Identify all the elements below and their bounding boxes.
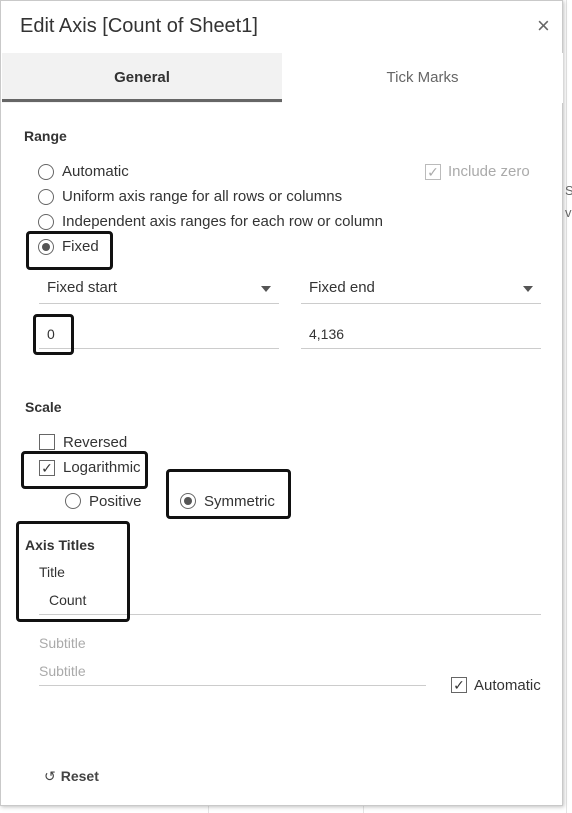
radio-automatic[interactable] xyxy=(38,164,54,180)
radio-uniform-range-label: Uniform axis range for all rows or colum… xyxy=(62,188,343,205)
automatic-subtitle-label: Automatic xyxy=(474,677,541,694)
subtitle-input[interactable]: Subtitle xyxy=(39,659,426,686)
logarithmic-checkbox[interactable]: ✓ xyxy=(39,460,55,476)
fixed-end-dropdown[interactable]: Fixed end xyxy=(301,275,541,304)
radio-independent-range[interactable] xyxy=(38,214,54,230)
scale-heading: Scale xyxy=(25,399,62,415)
edit-axis-dialog: Edit Axis [Count of Sheet1] × General Ti… xyxy=(0,0,563,806)
fixed-start-value: 0 xyxy=(47,326,55,342)
tab-general[interactable]: General xyxy=(2,53,282,103)
active-tab-indicator xyxy=(2,99,282,102)
chevron-down-icon xyxy=(523,286,533,292)
reset-button[interactable]: ↺ Reset xyxy=(44,768,99,785)
radio-symmetric[interactable] xyxy=(180,493,196,509)
tab-bar: General Tick Marks xyxy=(2,53,563,103)
radio-positive[interactable] xyxy=(65,493,81,509)
background-label-fragment: v xyxy=(565,205,572,220)
fixed-end-value: 4,136 xyxy=(309,326,345,342)
close-icon[interactable]: × xyxy=(537,15,550,37)
title-input-value: Count xyxy=(49,592,87,608)
title-input[interactable]: Count xyxy=(39,588,541,615)
radio-symmetric-label: Symmetric xyxy=(204,493,275,510)
fixed-end-input[interactable]: 4,136 xyxy=(301,322,541,349)
background-gridline xyxy=(363,806,364,813)
tab-tick-marks[interactable]: Tick Marks xyxy=(282,53,563,103)
axis-titles-heading: Axis Titles xyxy=(25,537,95,553)
range-heading: Range xyxy=(24,128,67,144)
undo-icon: ↺ xyxy=(44,768,56,784)
radio-fixed[interactable] xyxy=(38,239,54,255)
fixed-start-dropdown[interactable]: Fixed start xyxy=(39,275,279,304)
radio-uniform-range[interactable] xyxy=(38,189,54,205)
chevron-down-icon xyxy=(261,286,271,292)
background-gridline xyxy=(208,806,209,813)
background-gridline xyxy=(566,0,567,813)
background-label-fragment: S xyxy=(565,183,572,198)
automatic-subtitle-checkbox[interactable]: ✓ xyxy=(451,677,467,693)
dialog-title: Edit Axis [Count of Sheet1] xyxy=(20,15,258,37)
radio-fixed-label: Fixed xyxy=(62,238,99,255)
radio-automatic-label: Automatic xyxy=(62,163,129,180)
title-field-label: Title xyxy=(39,564,65,580)
reset-label: Reset xyxy=(60,768,99,784)
radio-positive-label: Positive xyxy=(89,493,142,510)
reversed-label: Reversed xyxy=(63,434,128,451)
subtitle-field-label: Subtitle xyxy=(39,635,86,651)
radio-independent-range-label: Independent axis ranges for each row or … xyxy=(62,213,384,230)
fixed-end-dropdown-label: Fixed end xyxy=(309,279,375,296)
subtitle-placeholder: Subtitle xyxy=(39,663,86,679)
include-zero-label: Include zero xyxy=(448,163,530,180)
fixed-start-dropdown-label: Fixed start xyxy=(47,279,118,296)
include-zero-checkbox: ✓ xyxy=(425,164,441,180)
reversed-checkbox[interactable] xyxy=(39,434,55,450)
fixed-start-input[interactable]: 0 xyxy=(39,322,279,349)
logarithmic-label: Logarithmic xyxy=(63,459,141,476)
